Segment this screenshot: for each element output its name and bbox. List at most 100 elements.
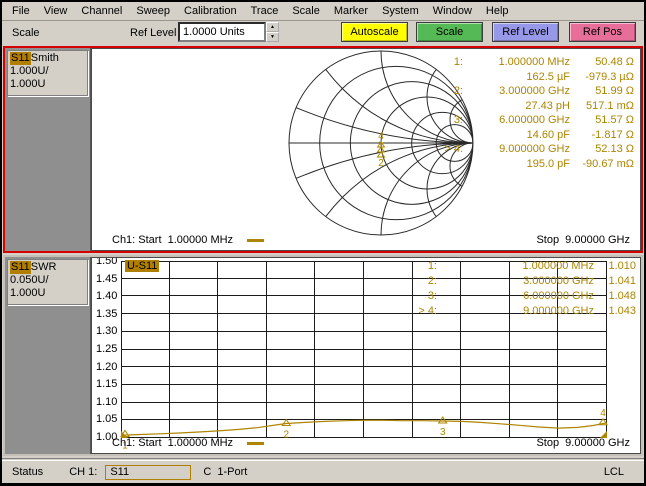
- menu-item[interactable]: View: [44, 5, 68, 17]
- trace-ref-label: 1.000U: [10, 78, 45, 90]
- swr-plot-area[interactable]: 1.501.451.401.351.301.251.201.151.101.05…: [91, 257, 641, 454]
- menu-item[interactable]: Calibration: [184, 5, 237, 17]
- marker-number: > 4:: [423, 142, 463, 157]
- cal-status-label: C 1-Port: [203, 466, 247, 478]
- smith-plot-area[interactable]: 42 1: 1.000000 MHz 50.48 Ω 162.5 µF -979…: [91, 48, 641, 251]
- y-axis-label: 1.50: [96, 257, 120, 266]
- smith-marker-readout: 1: 1.000000 MHz 50.48 Ω 162.5 µF -979.3 …: [423, 55, 634, 171]
- marker-frequency: 3.000000 GHz: [437, 274, 594, 289]
- swr-panel[interactable]: S11SWR 0.050U/ 1.000U 1.501.451.401.351.…: [3, 255, 643, 456]
- marker-frequency: 9.000000 GHz: [463, 142, 570, 157]
- marker-frequency: 6.000000 GHz: [437, 289, 594, 304]
- autoscale-button[interactable]: Autoscale: [341, 22, 408, 42]
- marker-equivalent: 14.60 pF: [463, 128, 570, 143]
- marker-equivalent: 195.0 pF: [463, 157, 570, 172]
- stop-frequency-label: Stop 9.00000 GHz: [536, 437, 630, 449]
- marker-number: 1:: [423, 55, 463, 70]
- start-frequency-label: Ch1: Start 1.00000 MHz: [112, 234, 264, 246]
- marker-swr-value: 1.048: [594, 289, 636, 304]
- marker-readout-row: 2: 3.000000 GHz 1.041: [397, 274, 636, 289]
- trace-id-tag: S11: [10, 261, 31, 274]
- ref-level-input[interactable]: [178, 22, 266, 42]
- y-axis-labels: 1.501.451.401.351.301.251.201.151.101.05…: [96, 257, 120, 442]
- toolbar-title: Scale: [12, 27, 40, 39]
- active-trace-box: S11: [105, 465, 191, 480]
- y-axis-label: 1.30: [96, 326, 120, 336]
- marker-swr-value: 1.010: [594, 259, 636, 274]
- marker-readout-row: 162.5 µF -979.3 µΩ: [423, 70, 634, 85]
- marker-reactance: 517.1 mΩ: [570, 99, 634, 114]
- swr-sidebar: S11SWR 0.050U/ 1.000U: [5, 257, 91, 454]
- menu-item[interactable]: Channel: [81, 5, 122, 17]
- marker-number: 2:: [397, 274, 437, 289]
- marker-readout-row: > 4: 9.000000 GHz 1.043: [397, 304, 636, 319]
- marker-frequency: 1.000000 MHz: [437, 259, 594, 274]
- scale-button[interactable]: Scale: [416, 22, 483, 42]
- marker-number: 2:: [423, 84, 463, 99]
- marker-number: 1:: [397, 259, 437, 274]
- ref-pos-button[interactable]: Ref Pos: [569, 22, 636, 42]
- lcl-indicator: LCL: [604, 466, 624, 478]
- marker-readout-row: 1: 1.000000 MHz 1.010: [397, 259, 636, 274]
- y-axis-label: 1.45: [96, 274, 120, 284]
- marker-number: 3:: [397, 289, 437, 304]
- marker-swr-value: 1.041: [594, 274, 636, 289]
- marker-readout-pair: 1: 1.000000 MHz 50.48 Ω 162.5 µF -979.3 …: [423, 55, 634, 84]
- start-frequency-label: Ch1: Start 1.00000 MHz: [112, 437, 264, 449]
- ref-level-button[interactable]: Ref Level: [492, 22, 559, 42]
- menu-item[interactable]: Trace: [251, 5, 279, 17]
- marker-frequency: 6.000000 GHz: [463, 113, 570, 128]
- scale-toolbar: Scale Ref Level ▲ ▼ Autoscale Scale Ref …: [2, 21, 644, 45]
- trace-ref-label: 1.000U: [10, 287, 45, 299]
- y-axis-label: 1.10: [96, 397, 120, 407]
- analyzer-window: File View Channel Sweep Calibration Trace Scal…: [2, 2, 644, 483]
- menu-item[interactable]: Marker: [334, 5, 368, 17]
- y-axis-label: 1.15: [96, 379, 120, 389]
- trace-legend-dash: [247, 442, 264, 445]
- y-axis-label: 1.25: [96, 344, 120, 354]
- trace-format-label: Smith: [31, 52, 59, 64]
- marker-readout-row: 1: 1.000000 MHz 50.48 Ω: [423, 55, 634, 70]
- svg-text:2: 2: [283, 429, 289, 440]
- marker-swr-value: 1.043: [594, 304, 636, 319]
- trace-id-tag: S11: [10, 52, 31, 65]
- marker-equivalent: 27.43 pH: [463, 99, 570, 114]
- svg-text:3: 3: [440, 427, 446, 438]
- smith-panel[interactable]: S11Smith 1.000U/ 1.000U 42 1: 1.000000 M…: [3, 46, 643, 253]
- marker-readout-row: 3: 6.000000 GHz 1.048: [397, 289, 636, 304]
- spinner-up-button[interactable]: ▲: [266, 22, 279, 32]
- menu-item[interactable]: File: [12, 5, 30, 17]
- status-bar: Status CH 1: S11 C 1-Port LCL: [2, 461, 644, 483]
- menu-item[interactable]: Help: [486, 5, 509, 17]
- marker-frequency: 9.000000 GHz: [437, 304, 594, 319]
- marker-resistance: 51.57 Ω: [570, 113, 634, 128]
- trace-scale-label: 0.050U/: [10, 274, 49, 286]
- marker-number: 3:: [423, 113, 463, 128]
- channel-label: CH 1:: [69, 466, 97, 478]
- swr-trace-infobox[interactable]: S11SWR 0.050U/ 1.000U: [7, 259, 88, 305]
- trace-scale-label: 1.000U/: [10, 65, 49, 77]
- menu-item[interactable]: System: [382, 5, 419, 17]
- swr-marker-readout: 1: 1.000000 MHz 1.010 2: 3.000000 GHz 1.…: [397, 259, 636, 319]
- marker-frequency: 1.000000 MHz: [463, 55, 570, 70]
- marker-readout-pair: 3: 6.000000 GHz 51.57 Ω 14.60 pF -1.817 …: [423, 113, 634, 142]
- menu-item[interactable]: Scale: [292, 5, 320, 17]
- smith-sidebar: S11Smith 1.000U/ 1.000U: [5, 48, 91, 251]
- menu-item[interactable]: Window: [433, 5, 472, 17]
- y-axis-label: 1.40: [96, 291, 120, 301]
- trace-format-label: SWR: [31, 261, 57, 273]
- marker-resistance: 52.13 Ω: [570, 142, 634, 157]
- marker-readout-row: 14.60 pF -1.817 Ω: [423, 128, 634, 143]
- stop-frequency-label: Stop 9.00000 GHz: [536, 234, 630, 246]
- menu-item[interactable]: Sweep: [136, 5, 170, 17]
- marker-readout-pair: 2: 3.000000 GHz 51.99 Ω 27.43 pH 517.1 m…: [423, 84, 634, 113]
- marker-reactance: -90.67 mΩ: [570, 157, 634, 172]
- svg-text:4: 4: [600, 408, 606, 419]
- marker-frequency: 3.000000 GHz: [463, 84, 570, 99]
- status-label: Status: [12, 466, 43, 478]
- marker-readout-row: > 4: 9.000000 GHz 52.13 Ω: [423, 142, 634, 157]
- ref-level-spinner: ▲ ▼: [266, 22, 279, 42]
- spinner-down-button[interactable]: ▼: [266, 32, 279, 42]
- smith-trace-infobox[interactable]: S11Smith 1.000U/ 1.000U: [7, 50, 88, 96]
- y-axis-label: 1.20: [96, 362, 120, 372]
